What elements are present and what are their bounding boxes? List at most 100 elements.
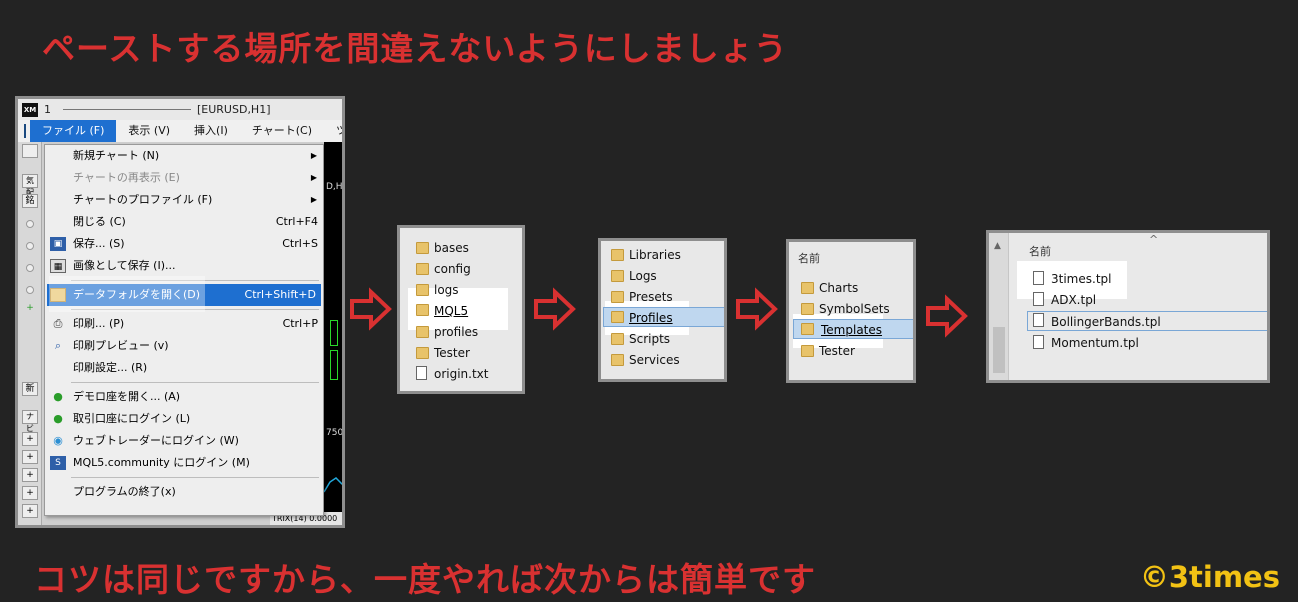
menu-item-label: データフォルダを開く(D) [73, 288, 201, 301]
add-icon[interactable]: + [22, 302, 38, 316]
folder-item-tester[interactable]: Tester [801, 341, 909, 361]
tree-expand-icon[interactable]: + [22, 450, 38, 464]
tree-expand-icon[interactable]: + [22, 468, 38, 482]
item-label: origin.txt [434, 367, 489, 381]
menu-save-image[interactable]: ▦ 画像として保存 (I)... [45, 255, 323, 277]
mql5-icon: S [50, 456, 66, 470]
menu-chart[interactable]: チャート(C) [240, 120, 324, 142]
file-item-3times[interactable]: 3times.tpl [1033, 269, 1233, 289]
menu-print-preview[interactable]: ⌕ 印刷プレビュー (v) [45, 335, 323, 357]
folder-item-profiles[interactable]: Profiles [603, 307, 724, 327]
item-label: Charts [819, 281, 859, 295]
folder-icon [611, 311, 624, 323]
save-icon: ▣ [50, 237, 66, 251]
menu-print-settings[interactable]: 印刷設定... (R) [45, 357, 323, 379]
item-label: 3times.tpl [1051, 272, 1112, 286]
file-item-momentum[interactable]: Momentum.tpl [1033, 333, 1233, 353]
top-headline: ペーストする場所を間違えないようにしましょう [42, 29, 788, 68]
file-icon [1033, 292, 1044, 306]
menu-item-label: 取引口座にログイン (L) [73, 412, 191, 425]
folder-icon [611, 291, 624, 303]
item-label: Tester [819, 344, 855, 358]
folder-icon [611, 270, 624, 282]
menu-open-demo[interactable]: ● デモロ座を開く... (A) [45, 386, 323, 408]
menu-login-trade[interactable]: ● 取引口座にログイン (L) [45, 408, 323, 430]
file-item-bollingerbands[interactable]: BollingerBands.tpl [1027, 311, 1267, 331]
menu-reload-chart[interactable]: チャートの再表示 (E) ▶ [45, 167, 323, 189]
item-label: Logs [629, 269, 657, 283]
menu-save[interactable]: ▣ 保存... (S) Ctrl+S [45, 233, 323, 255]
menu-exit[interactable]: プログラムの終了(x) [45, 481, 323, 503]
folder-item-charts[interactable]: Charts [801, 278, 909, 298]
menu-print[interactable]: ⎙ 印刷... (P) Ctrl+P [45, 313, 323, 335]
folder-item-scripts[interactable]: Scripts [611, 329, 721, 349]
menu-item-label: 保存... (S) [73, 237, 125, 250]
item-label: bases [434, 241, 469, 255]
menu-login-webtrader[interactable]: ◉ ウェブトレーダーにログイン (W) [45, 430, 323, 452]
file-item-adx[interactable]: ADX.tpl [1033, 290, 1233, 310]
menu-file[interactable]: ファイル (F) [30, 120, 117, 142]
folder-item-tester[interactable]: Tester [416, 343, 516, 363]
folder-item-logs[interactable]: logs [416, 280, 516, 300]
folder-item-symbolsets[interactable]: SymbolSets [801, 299, 909, 319]
folder-icon [416, 284, 429, 296]
chart-area[interactable]: D,H 750 [324, 142, 342, 525]
folder-item-mql5[interactable]: MQL5 [412, 301, 484, 321]
mt4-menubar: ファイル (F) 表示 (V) 挿入(I) チャート(C) ツール [18, 120, 342, 142]
menu-login-mql5[interactable]: S MQL5.community にログイン (M) [45, 452, 323, 474]
folder-item-libraries[interactable]: Libraries [611, 245, 721, 265]
folder-item-logs[interactable]: Logs [611, 266, 721, 286]
sort-caret-icon[interactable]: ^ [1149, 233, 1158, 246]
tree-expand-icon[interactable]: + [22, 486, 38, 500]
file-icon [1033, 335, 1044, 349]
tree-expand-icon[interactable]: + [22, 432, 38, 446]
market-watch-label: 気配 [22, 174, 38, 197]
web-trader-icon: ◉ [53, 434, 63, 447]
folder-item-templates[interactable]: Templates [793, 319, 913, 339]
xm-logo-icon: XM [22, 102, 38, 117]
item-label: Presets [629, 290, 673, 304]
menu-item-label: 印刷プレビュー (v) [73, 339, 169, 352]
folder-icon [801, 303, 814, 315]
folder-item-presets[interactable]: Presets [611, 287, 721, 307]
folder-item-config[interactable]: config [416, 259, 516, 279]
mt4-window: XM 1 [EURUSD,H1] ファイル (F) 表示 (V) 挿入(I) チ… [15, 96, 345, 528]
menu-tools[interactable]: ツール [324, 120, 342, 142]
radio-icon[interactable] [26, 220, 34, 228]
menu-chart-profile[interactable]: チャートのプロファイル (F) ▶ [45, 189, 323, 211]
radio-icon[interactable] [26, 264, 34, 272]
item-label: ADX.tpl [1051, 293, 1097, 307]
shortcut-label: Ctrl+S [282, 237, 318, 250]
item-label: Services [629, 353, 680, 367]
toolbar-chart-icon[interactable] [22, 144, 38, 158]
scroll-up-icon[interactable]: ▲ [994, 241, 1001, 251]
file-icon [416, 366, 427, 380]
folder-item-profiles[interactable]: profiles [416, 322, 516, 342]
explorer-pane-templates: ▲ ^ 名前 3times.tpl ADX.tpl BollingerBands… [986, 230, 1270, 383]
menu-view[interactable]: 表示 (V) [116, 120, 182, 142]
radio-icon[interactable] [26, 242, 34, 250]
menu-insert[interactable]: 挿入(I) [182, 120, 240, 142]
scroll-thumb[interactable] [993, 327, 1005, 373]
candle [330, 350, 338, 380]
folder-icon [416, 347, 429, 359]
left-panel: 気配 銘 + 新 ナビ + + + + + [18, 142, 42, 525]
menu-separator [71, 309, 319, 310]
menu-item-label: 閉じる (C) [73, 215, 126, 228]
explorer-pane-mql5: Libraries Logs Presets Profiles Scripts … [598, 238, 727, 382]
folder-item-services[interactable]: Services [611, 350, 721, 370]
menu-open-data-folder[interactable]: データフォルダを開く(D) Ctrl+Shift+D [47, 284, 321, 306]
tree-expand-icon[interactable]: + [22, 504, 38, 518]
menu-item-label: MQL5.community にログイン (M) [73, 456, 250, 469]
item-label: logs [434, 283, 459, 297]
vertical-scrollbar[interactable]: ▲ [989, 233, 1009, 380]
file-item-origin[interactable]: origin.txt [416, 364, 516, 384]
radio-icon[interactable] [26, 286, 34, 294]
menu-close[interactable]: 閉じる (C) Ctrl+F4 [45, 211, 323, 233]
column-header-name: 名前 [1029, 245, 1051, 258]
item-label: profiles [434, 325, 479, 339]
menu-new-chart[interactable]: 新規チャート (N) ▶ [45, 145, 323, 167]
print-preview-icon: ⌕ [54, 339, 62, 352]
item-label: Profiles [629, 311, 673, 325]
folder-item-bases[interactable]: bases [416, 238, 516, 258]
